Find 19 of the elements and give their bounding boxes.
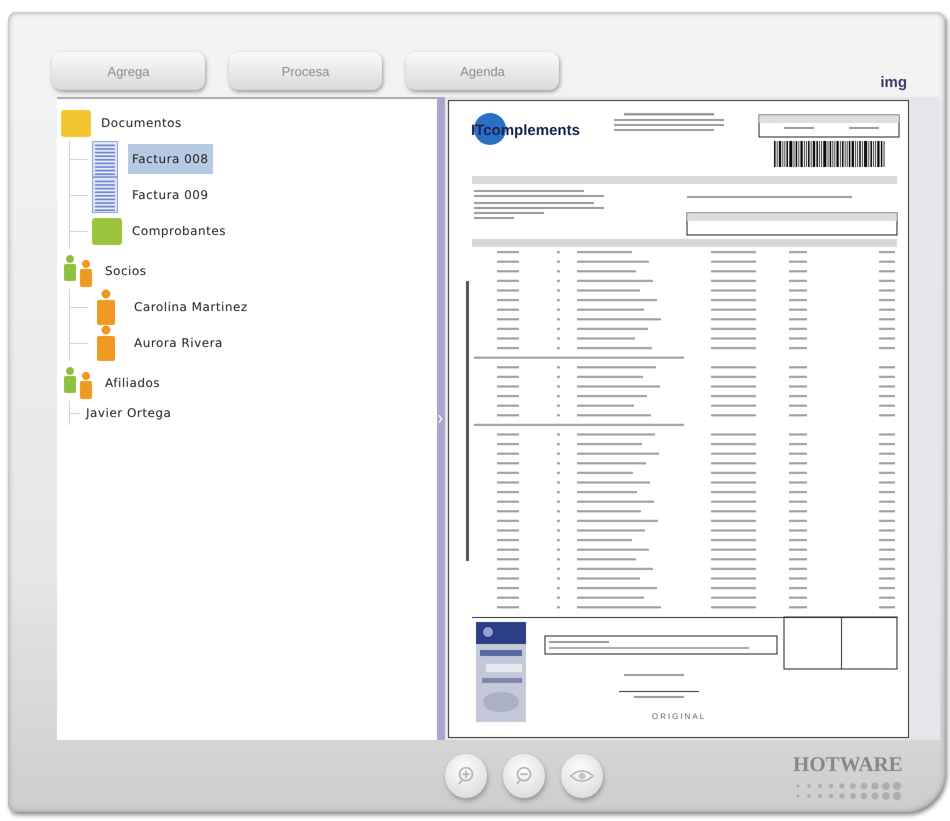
- tree-item[interactable]: Aurora Rivera: [130, 328, 227, 358]
- zoom-in-button[interactable]: [445, 754, 487, 798]
- tree-item[interactable]: Socios: [101, 256, 150, 286]
- zoom-out-button[interactable]: [503, 754, 545, 798]
- tree-item[interactable]: Javier Ortega: [82, 398, 176, 428]
- view-button[interactable]: [561, 754, 603, 798]
- tree-item[interactable]: Factura 008: [128, 144, 213, 174]
- tree-item[interactable]: Comprobantes: [128, 216, 230, 246]
- tree-item[interactable]: Afiliados: [101, 368, 164, 398]
- person-icon: [94, 289, 118, 325]
- tree-item[interactable]: Documentos: [97, 108, 186, 138]
- document-icon: [92, 141, 118, 177]
- original-label: ORIGINAL: [652, 712, 706, 721]
- image-label: img: [880, 74, 907, 91]
- brand-logo: HOTWARE: [793, 752, 903, 776]
- person-icon: [94, 325, 118, 361]
- tree-item[interactable]: Carolina Martinez: [130, 292, 252, 322]
- tree-item[interactable]: Factura 009: [128, 180, 213, 210]
- document-icon: [92, 177, 118, 213]
